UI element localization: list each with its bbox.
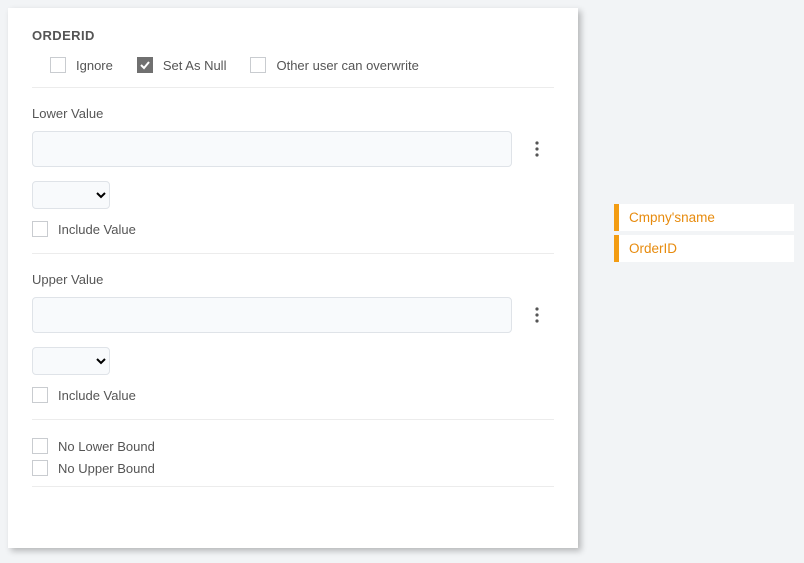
divider <box>32 486 554 487</box>
upper-select[interactable] <box>32 347 110 375</box>
set-null-checkbox[interactable] <box>137 57 153 73</box>
lower-include-checkbox[interactable] <box>32 221 48 237</box>
no-upper-bound-label: No Upper Bound <box>58 461 155 476</box>
lower-kebab-icon[interactable] <box>528 137 546 161</box>
no-lower-bound-checkbox[interactable] <box>32 438 48 454</box>
lower-select[interactable] <box>32 181 110 209</box>
bounds-block: No Lower Bound No Upper Bound <box>32 420 554 476</box>
upper-include-label: Include Value <box>58 388 136 403</box>
ignore-label: Ignore <box>76 58 113 73</box>
side-item-company[interactable]: Cmpny'sname <box>614 204 794 231</box>
no-lower-bound-label: No Lower Bound <box>58 439 155 454</box>
lower-block: Lower Value Include Value <box>32 88 554 237</box>
upper-include-checkbox[interactable] <box>32 387 48 403</box>
side-list: Cmpny'sname OrderID <box>614 8 794 548</box>
no-upper-bound-checkbox[interactable] <box>32 460 48 476</box>
ignore-checkbox[interactable] <box>50 57 66 73</box>
overwrite-checkbox[interactable] <box>250 57 266 73</box>
side-item-orderid[interactable]: OrderID <box>614 235 794 262</box>
lower-label: Lower Value <box>32 106 554 121</box>
config-panel: ORDERID Ignore Set As Null Other user ca… <box>8 8 578 548</box>
lower-include-label: Include Value <box>58 222 136 237</box>
set-null-label: Set As Null <box>163 58 227 73</box>
options-row: Ignore Set As Null Other user can overwr… <box>32 57 554 87</box>
upper-label: Upper Value <box>32 272 554 287</box>
overwrite-label: Other user can overwrite <box>276 58 418 73</box>
section-title: ORDERID <box>32 28 554 43</box>
upper-kebab-icon[interactable] <box>528 303 546 327</box>
lower-value-input[interactable] <box>32 131 512 167</box>
upper-block: Upper Value Include Value <box>32 254 554 403</box>
upper-value-input[interactable] <box>32 297 512 333</box>
